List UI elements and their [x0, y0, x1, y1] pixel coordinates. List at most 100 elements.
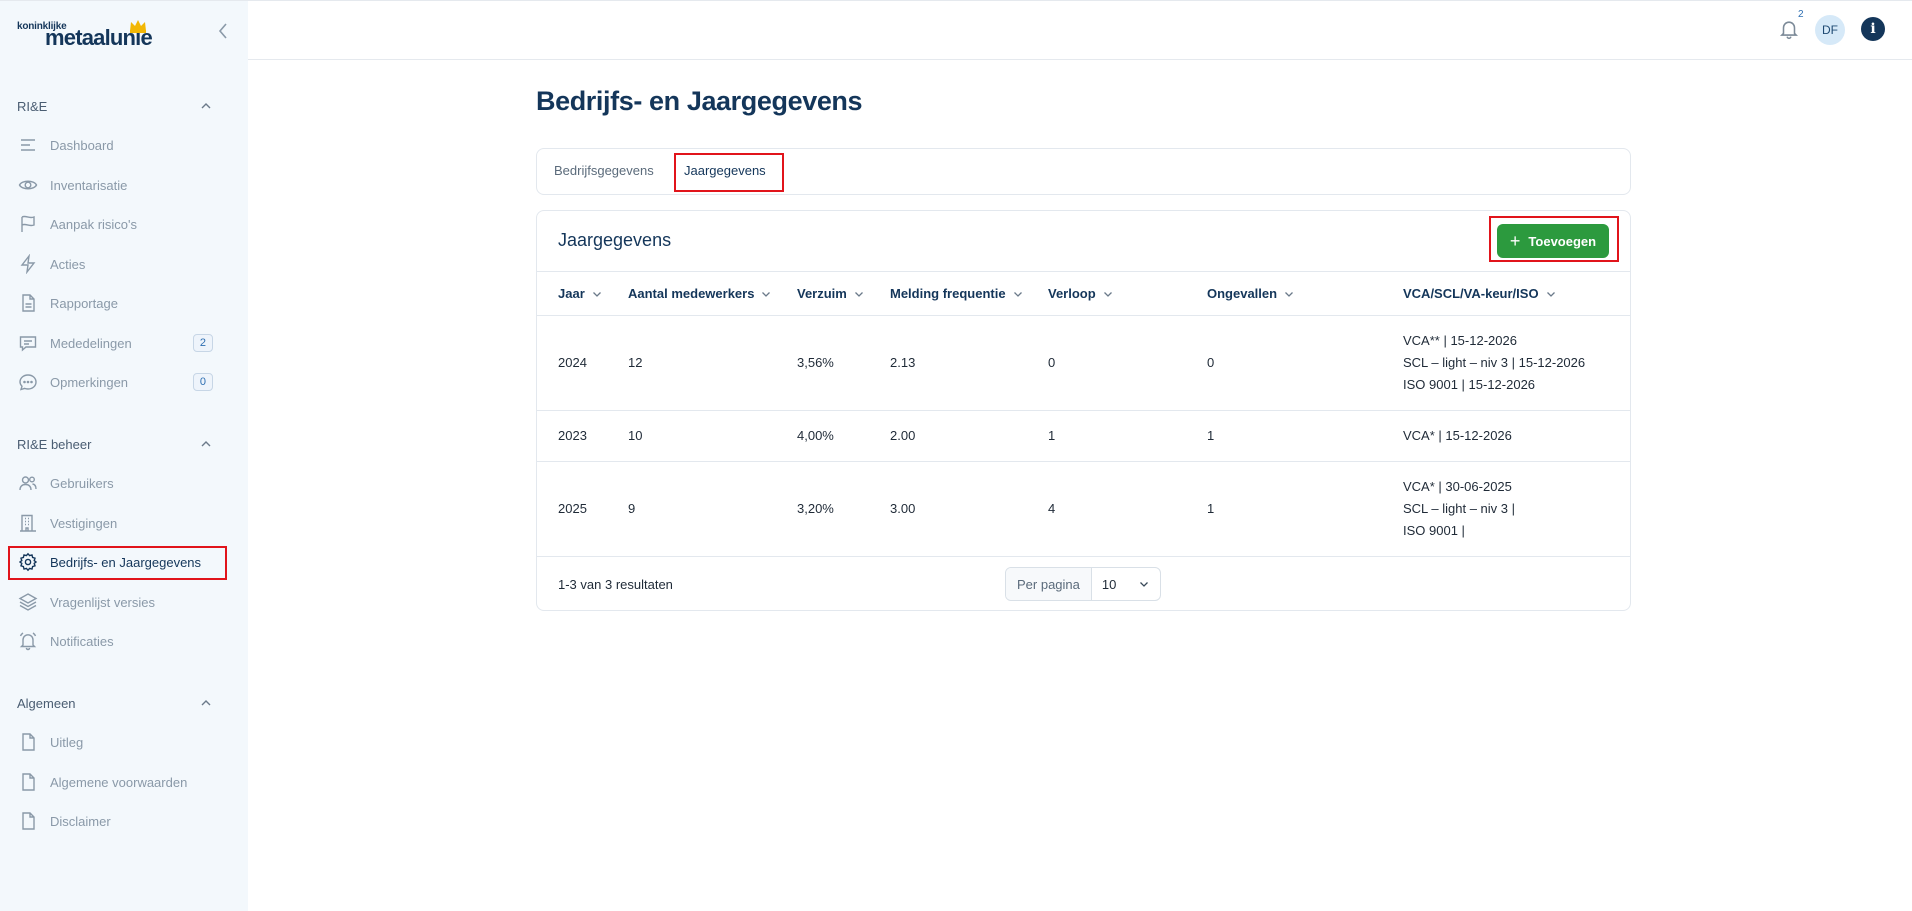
cell-ongevallen: 0	[1207, 355, 1215, 370]
sidebar-item-disclaimer[interactable]: Disclaimer	[10, 805, 224, 837]
file-icon	[18, 732, 38, 752]
sidebar-item-label: Bedrijfs- en Jaargegevens	[50, 554, 202, 570]
column-label: Aantal medewerkers	[628, 286, 755, 301]
column-header-certificaten[interactable]: VCA/SCL/VA-keur/ISO	[1403, 286, 1557, 301]
page-title: Bedrijfs- en Jaargegevens	[536, 86, 863, 116]
cert-line: VCA* | 15-12-2026	[1403, 428, 1512, 443]
cell-certificaten: VCA* | 15-12-2026	[1403, 425, 1512, 447]
sidebar-item-notificaties[interactable]: Notificaties	[10, 625, 224, 657]
sidebar-item-bedrijfs-en-jaargegevens[interactable]: Bedrijfs- en Jaargegevens	[10, 546, 224, 578]
per-page-select[interactable]: Per pagina 10	[1005, 567, 1161, 601]
bell-icon	[18, 631, 38, 651]
brand-logo[interactable]: koninklijke metaalunie	[17, 19, 157, 50]
sidebar-item-label: Algemene voorwaarden	[50, 774, 188, 790]
cell-verzuim: 3,56%	[797, 355, 834, 370]
sidebar-item-aanpak-risicos[interactable]: Aanpak risico's	[10, 208, 224, 240]
column-label: VCA/SCL/VA-keur/ISO	[1403, 286, 1539, 301]
chevron-up-icon	[201, 103, 211, 109]
sidebar-item-mededelingen[interactable]: Mededelingen 2	[10, 327, 224, 359]
notification-count-badge: 2	[1798, 9, 1804, 20]
sidebar-item-label: Opmerkingen	[50, 374, 129, 390]
column-header-aantal-medewerkers[interactable]: Aantal medewerkers	[628, 286, 772, 301]
section-title: Algemeen	[17, 695, 76, 711]
sidebar-item-gebruikers[interactable]: Gebruikers	[10, 467, 224, 499]
column-header-verloop[interactable]: Verloop	[1048, 286, 1114, 301]
cert-line: VCA** | 15-12-2026	[1403, 333, 1517, 348]
chevron-down-icon	[1285, 291, 1294, 297]
sidebar-item-label: Rapportage	[50, 295, 118, 311]
sidebar-item-uitleg[interactable]: Uitleg	[10, 726, 224, 758]
jaargegevens-card: Jaargegevens + Toevoegen Jaar Aantal med…	[536, 210, 1631, 611]
count-badge: 0	[192, 373, 213, 391]
add-button[interactable]: + Toevoegen	[1497, 224, 1609, 258]
cell-medewerkers: 10	[628, 428, 643, 443]
chevron-down-icon	[1139, 582, 1148, 587]
per-page-value: 10	[1101, 576, 1117, 592]
cell-verloop: 0	[1048, 355, 1056, 370]
avatar[interactable]: DF	[1815, 15, 1845, 45]
table-header: Jaar Aantal medewerkers Verzuim Melding …	[537, 271, 1630, 316]
table-row[interactable]: 2024 12 3,56% 2.13 0 0 VCA** | 15-12-202…	[537, 316, 1630, 411]
column-label: Verzuim	[797, 286, 847, 301]
chevron-up-icon	[201, 700, 211, 706]
section-algemeen[interactable]: Algemeen	[17, 693, 213, 713]
sidebar-item-acties[interactable]: Acties	[10, 248, 224, 280]
per-page-dropdown[interactable]: 10	[1092, 568, 1160, 600]
cell-verzuim: 4,00%	[797, 428, 834, 443]
plus-icon: +	[1509, 231, 1521, 251]
chevron-down-icon	[1013, 291, 1022, 297]
cell-verzuim: 3,20%	[797, 501, 834, 516]
section-rie[interactable]: RI&E	[17, 96, 213, 116]
chevron-down-icon	[1103, 291, 1112, 297]
section-title: RI&E	[17, 98, 48, 114]
tab-bedrijfsgegevens[interactable]: Bedrijfsgegevens	[554, 163, 654, 178]
chevron-down-icon	[762, 291, 771, 297]
sidebar-item-algemene-voorwaarden[interactable]: Algemene voorwaarden	[10, 766, 224, 798]
chevron-left-icon[interactable]	[214, 20, 232, 42]
chevron-down-icon	[854, 291, 863, 297]
sidebar-item-rapportage[interactable]: Rapportage	[10, 287, 224, 319]
column-label: Melding frequentie	[890, 286, 1006, 301]
cell-jaar: 2023	[558, 428, 587, 443]
chevron-down-icon	[592, 291, 601, 297]
tab-jaargegevens[interactable]: Jaargegevens	[684, 163, 766, 178]
file-icon	[18, 811, 38, 831]
crown-icon	[130, 20, 146, 33]
add-button-label: Toevoegen	[1528, 233, 1597, 249]
menu-lines-icon	[18, 135, 38, 155]
cert-line: SCL – light – niv 3 | 15-12-2026	[1403, 355, 1586, 370]
column-header-jaar[interactable]: Jaar	[558, 286, 603, 301]
sidebar-item-label: Vestigingen	[50, 515, 118, 531]
sidebar-item-label: Disclaimer	[50, 813, 111, 829]
document-icon	[18, 293, 38, 313]
table-row[interactable]: 2023 10 4,00% 2.00 1 1 VCA* | 15-12-2026	[537, 411, 1630, 462]
notifications-bell-icon[interactable]	[1778, 18, 1800, 40]
cell-ongevallen: 1	[1207, 428, 1215, 443]
sidebar-item-opmerkingen[interactable]: Opmerkingen 0	[10, 366, 224, 398]
cell-frequentie: 2.13	[890, 355, 916, 370]
column-header-verzuim[interactable]: Verzuim	[797, 286, 865, 301]
cell-certificaten: VCA** | 15-12-2026 SCL – light – niv 3 |…	[1403, 330, 1585, 396]
chat-dots-icon	[18, 372, 38, 392]
sidebar-item-label: Mededelingen	[50, 335, 132, 351]
sidebar-item-label: Aanpak risico's	[50, 216, 138, 232]
section-rie-beheer[interactable]: RI&E beheer	[17, 434, 213, 454]
message-icon	[18, 333, 38, 353]
count-badge: 2	[192, 334, 213, 352]
column-header-melding-frequentie[interactable]: Melding frequentie	[890, 286, 1024, 301]
cell-verloop: 4	[1048, 501, 1056, 516]
cert-line: ISO 9001 |	[1403, 523, 1465, 538]
sidebar-item-label: Dashboard	[50, 137, 114, 153]
info-icon[interactable]: i	[1861, 17, 1885, 41]
cell-frequentie: 3.00	[890, 501, 916, 516]
sidebar-item-vragenlijst-versies[interactable]: Vragenlijst versies	[10, 586, 224, 618]
table-row[interactable]: 2025 9 3,20% 3.00 4 1 VCA* | 30-06-2025 …	[537, 462, 1630, 557]
column-header-ongevallen[interactable]: Ongevallen	[1207, 286, 1295, 301]
sidebar-item-dashboard[interactable]: Dashboard	[10, 129, 224, 161]
sidebar-item-vestigingen[interactable]: Vestigingen	[10, 507, 224, 539]
topbar	[248, 0, 1912, 60]
column-label: Verloop	[1048, 286, 1096, 301]
cell-ongevallen: 1	[1207, 501, 1215, 516]
cert-line: VCA* | 30-06-2025	[1403, 479, 1512, 494]
sidebar-item-inventarisatie[interactable]: Inventarisatie	[10, 169, 224, 201]
